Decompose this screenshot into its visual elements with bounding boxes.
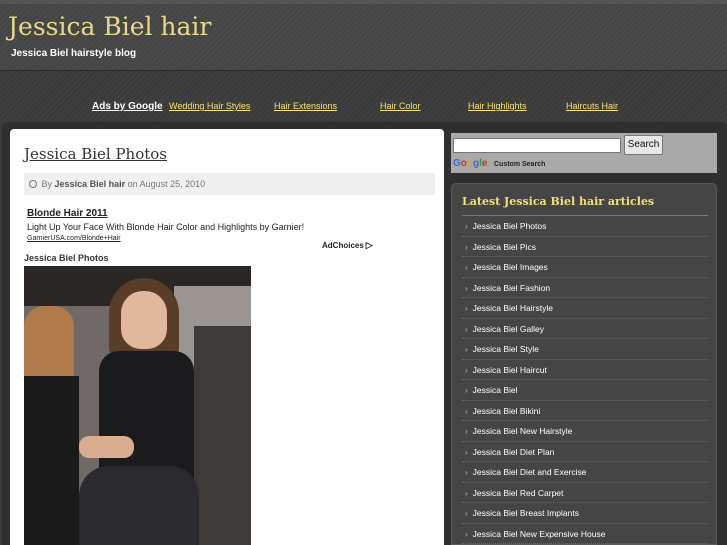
adchoices-link[interactable]: AdChoices ▷ [322, 240, 373, 251]
chevron-right-icon: › [465, 304, 468, 313]
article-link[interactable]: › Jessica Biel New Hairstyle [462, 421, 708, 442]
site-description: Jessica Biel hairstyle blog [11, 48, 137, 59]
article-link[interactable]: › Jessica Biel Pics [462, 237, 708, 257]
chevron-right-icon: › [465, 406, 468, 416]
article-link[interactable]: › Jessica Biel Diet and Exercise [462, 462, 708, 483]
ads-by-google-link[interactable]: Ads by Google [92, 101, 163, 112]
nav-link-haircuts-hair[interactable]: Haircuts Hair [566, 101, 618, 111]
nav-link-hair-color[interactable]: Hair Color [380, 101, 421, 111]
article-link[interactable]: › Jessica Biel Bikini [462, 401, 708, 421]
google-logo: Google [453, 158, 488, 169]
adchoices-icon: ▷ [365, 240, 373, 250]
search-input[interactable] [453, 138, 621, 153]
ad-title-link[interactable]: Blonde Hair 2011 [27, 208, 108, 219]
article-link[interactable]: › Jessica Biel Haircut [462, 360, 708, 380]
chevron-right-icon: › [465, 509, 468, 518]
site-header: Jessica Biel hair Jessica Biel hairstyle… [0, 4, 727, 71]
main-content: Jessica Biel Photos By Jessica Biel hair… [10, 129, 444, 545]
chevron-right-icon: › [465, 242, 468, 252]
custom-search-label: Custom Search [494, 161, 546, 168]
chevron-right-icon: › [465, 324, 468, 334]
post-date: on August 25, 2010 [127, 179, 206, 189]
chevron-right-icon: › [465, 427, 468, 436]
widget-title: Latest Jessica Biel hair articles [462, 195, 655, 208]
author-icon [29, 180, 37, 188]
by-label: By [41, 179, 53, 189]
article-link[interactable]: › Jessica Biel Hairstyle [462, 298, 708, 319]
article-link[interactable]: › Jessica Biel New Expensive House [462, 524, 708, 544]
article-link[interactable]: › Jessica Biel Diet Plan [462, 442, 708, 462]
chevron-right-icon: › [465, 386, 468, 395]
nav-link-wedding-hair-styles[interactable]: Wedding Hair Styles [169, 101, 250, 111]
article-link[interactable]: › Jessica Biel Fashion [462, 278, 708, 298]
article-link[interactable]: › Jessica Biel Images [462, 257, 708, 278]
photo-caption: Jessica Biel Photos [24, 253, 109, 263]
post-title[interactable]: Jessica Biel Photos [24, 145, 167, 163]
author-link[interactable]: Jessica Biel hair [55, 179, 126, 189]
site-title[interactable]: Jessica Biel hair [8, 12, 211, 41]
article-link[interactable]: › Jessica Biel Breast Implants [462, 503, 708, 524]
article-link[interactable]: › Jessica Biel [462, 380, 708, 401]
article-link[interactable]: › Jessica Biel Galley [462, 319, 708, 339]
chevron-right-icon: › [465, 365, 468, 375]
nav-link-hair-extensions[interactable]: Hair Extensions [274, 101, 337, 111]
article-link[interactable]: › Jessica Biel Red Carpet [462, 483, 708, 503]
chevron-right-icon: › [465, 345, 468, 354]
chevron-right-icon: › [465, 468, 468, 477]
search-widget: Search Google Custom Search [451, 133, 717, 173]
post-photo[interactable] [24, 266, 251, 545]
article-link[interactable]: › Jessica Biel Photos [462, 216, 708, 237]
ad-text: Light Up Your Face With Blonde Hair Colo… [27, 222, 305, 232]
search-button[interactable]: Search [624, 135, 663, 155]
chevron-right-icon: › [465, 222, 468, 231]
chevron-right-icon: › [465, 263, 468, 272]
latest-articles-widget: Latest Jessica Biel hair articles › Jessi… [451, 183, 717, 545]
nav-bar: Ads by Google Wedding Hair Styles Hair E… [0, 72, 727, 122]
post-meta: By Jessica Biel hair on August 25, 2010 [24, 173, 435, 195]
article-list: › Jessica Biel Photos › Jessica Biel Pics … [462, 216, 708, 544]
chevron-right-icon: › [465, 529, 468, 539]
chevron-right-icon: › [465, 447, 468, 457]
ad-url-link[interactable]: GarnierUSA.com/Blonde+Hair [27, 235, 121, 242]
chevron-right-icon: › [465, 488, 468, 498]
adchoices-label: AdChoices [322, 241, 364, 250]
chevron-right-icon: › [465, 283, 468, 293]
article-link[interactable]: › Jessica Biel Style [462, 339, 708, 360]
nav-link-hair-highlights[interactable]: Hair Highlights [468, 101, 527, 111]
